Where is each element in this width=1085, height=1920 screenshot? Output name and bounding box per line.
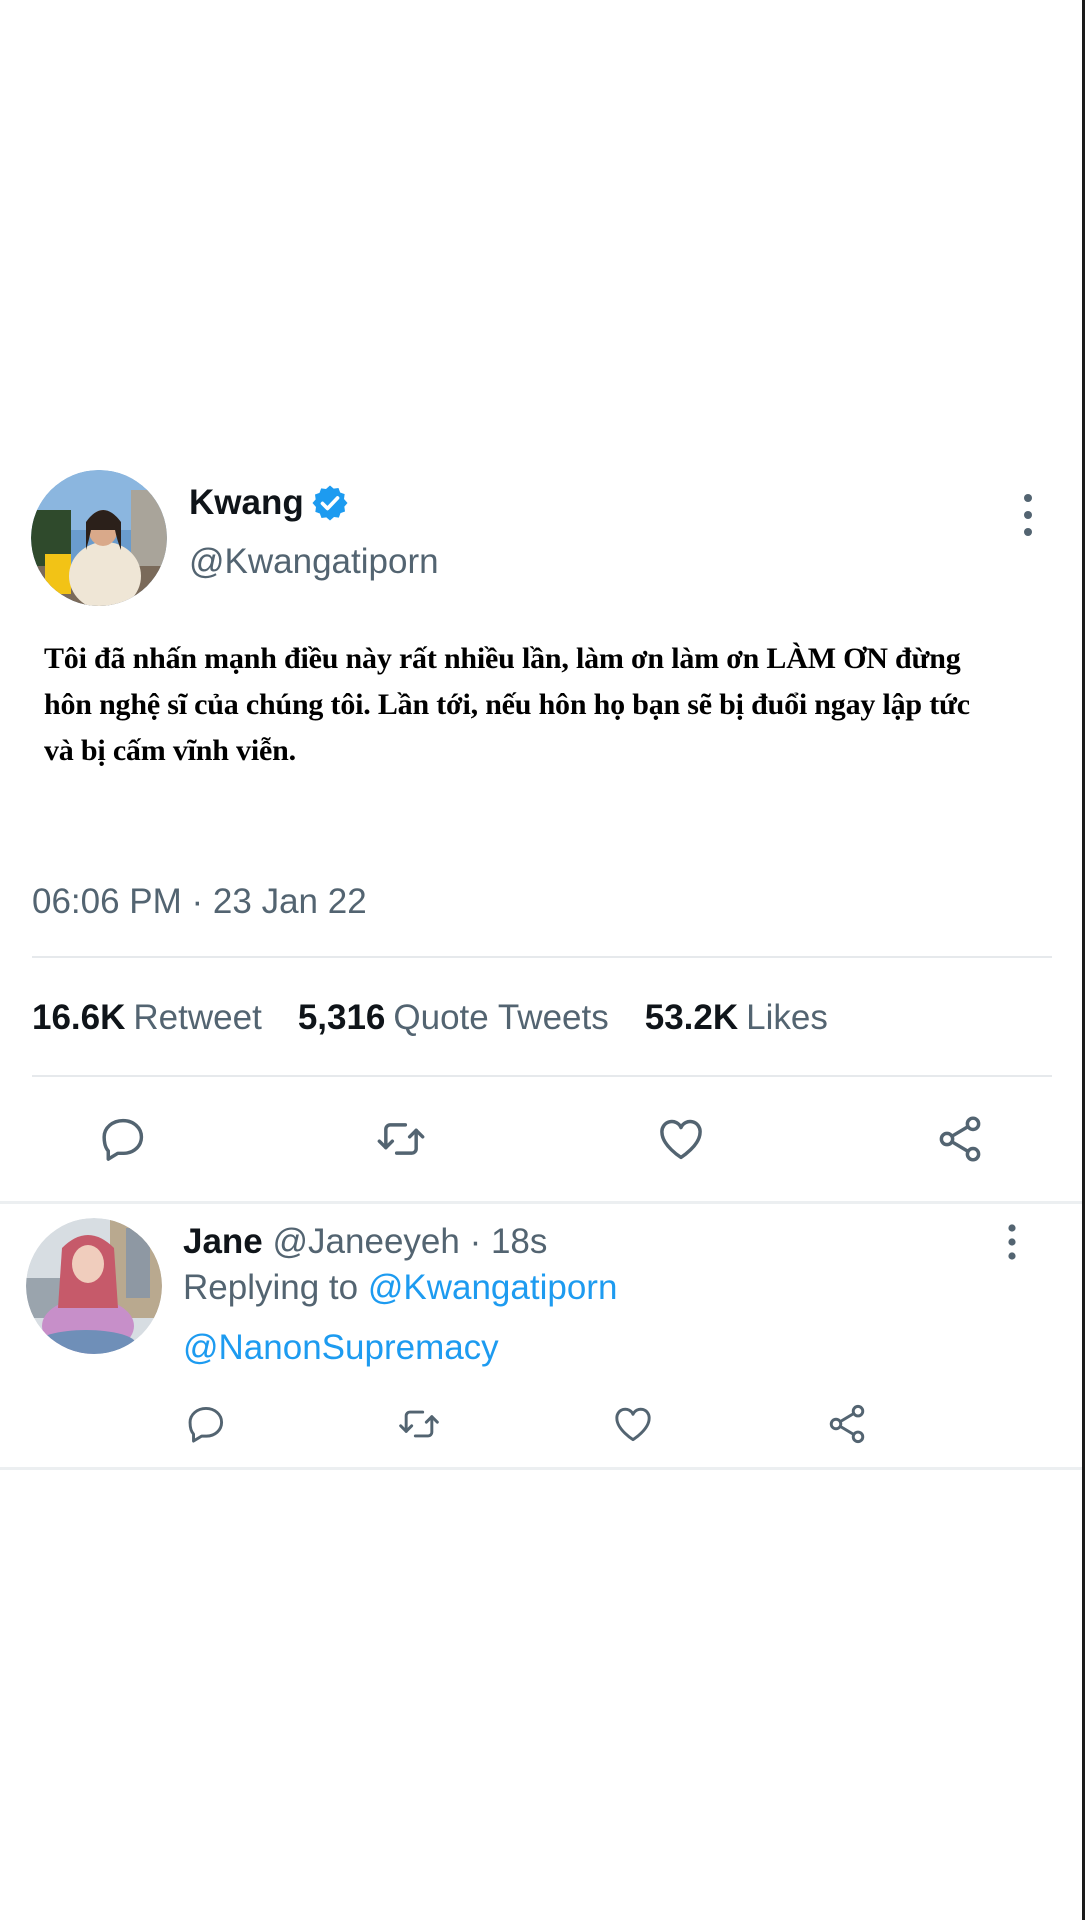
replying-to-link[interactable]: @Kwangatiporn (368, 1268, 618, 1307)
retweets-count: 16.6K (32, 998, 126, 1037)
reply-header[interactable]: Jane @Janeeyeh · 18s (183, 1222, 547, 1262)
tweet-text-line: hôn nghệ sĩ của chúng tôi. Lần tới, nếu … (44, 688, 970, 721)
author-handle[interactable]: @Kwangatiporn (189, 542, 439, 582)
author-avatar[interactable] (31, 470, 167, 606)
reply-author-avatar[interactable] (26, 1218, 162, 1354)
replying-to-line: Replying to @Kwangatiporn (183, 1268, 617, 1308)
divider (32, 956, 1052, 958)
reply-handle[interactable]: @Janeeyeh (273, 1222, 460, 1261)
share-icon[interactable] (934, 1113, 986, 1165)
tweet-text-line: và bị cấm vĩnh viễn. (44, 734, 296, 767)
retweets-label: Retweet (133, 998, 262, 1037)
tweet-text: Tôi đã nhấn mạnh điều này rất nhiều lần,… (44, 636, 1064, 774)
reply-time: 18s (490, 1222, 548, 1261)
reply-avatar-photo (26, 1218, 162, 1354)
quote-tweets-count: 5,316 (297, 998, 386, 1037)
author-display-name[interactable]: Kwang (189, 483, 304, 523)
reply-separator: · (469, 1222, 482, 1261)
reply-like-icon[interactable] (611, 1402, 655, 1446)
reply-share-icon[interactable] (825, 1402, 869, 1446)
like-icon[interactable] (655, 1113, 707, 1165)
replying-to-label: Replying to (183, 1268, 359, 1307)
likes-count: 53.2K (644, 998, 739, 1037)
tweet-detail-screen: Kwang @Kwangatiporn Tôi đã nhấn mạnh điề… (0, 0, 1085, 1920)
author-name-row[interactable]: Kwang (189, 483, 350, 523)
reply-display-name[interactable]: Jane (183, 1222, 263, 1261)
avatar-photo (31, 470, 167, 606)
retweets-stat[interactable]: 16.6K Retweet (32, 998, 262, 1038)
reply-retweet-icon[interactable] (397, 1402, 441, 1446)
quote-tweets-stat[interactable]: 5,316 Quote Tweets (298, 998, 609, 1038)
tweet-stats: 16.6K Retweet 5,316 Quote Tweets 53.2K Like… (32, 998, 864, 1038)
section-divider (0, 1201, 1082, 1204)
divider (32, 1075, 1052, 1077)
tweet-text-line: Tôi đã nhấn mạnh điều này rất nhiều lần,… (44, 642, 961, 675)
reply-reply-icon[interactable] (184, 1402, 228, 1446)
more-options-icon[interactable] (1016, 492, 1040, 538)
likes-stat[interactable]: 53.2K Likes (645, 998, 828, 1038)
section-divider (0, 1467, 1082, 1470)
quote-tweets-label: Quote Tweets (393, 998, 609, 1037)
retweet-icon[interactable] (375, 1113, 427, 1165)
verified-badge-icon (312, 485, 348, 521)
reply-icon[interactable] (97, 1113, 149, 1165)
reply-more-options-icon[interactable] (1000, 1222, 1024, 1262)
reply-text-mention[interactable]: @NanonSupremacy (183, 1328, 499, 1368)
likes-label: Likes (746, 998, 828, 1037)
tweet-timestamp[interactable]: 06:06 PM · 23 Jan 22 (32, 882, 367, 922)
